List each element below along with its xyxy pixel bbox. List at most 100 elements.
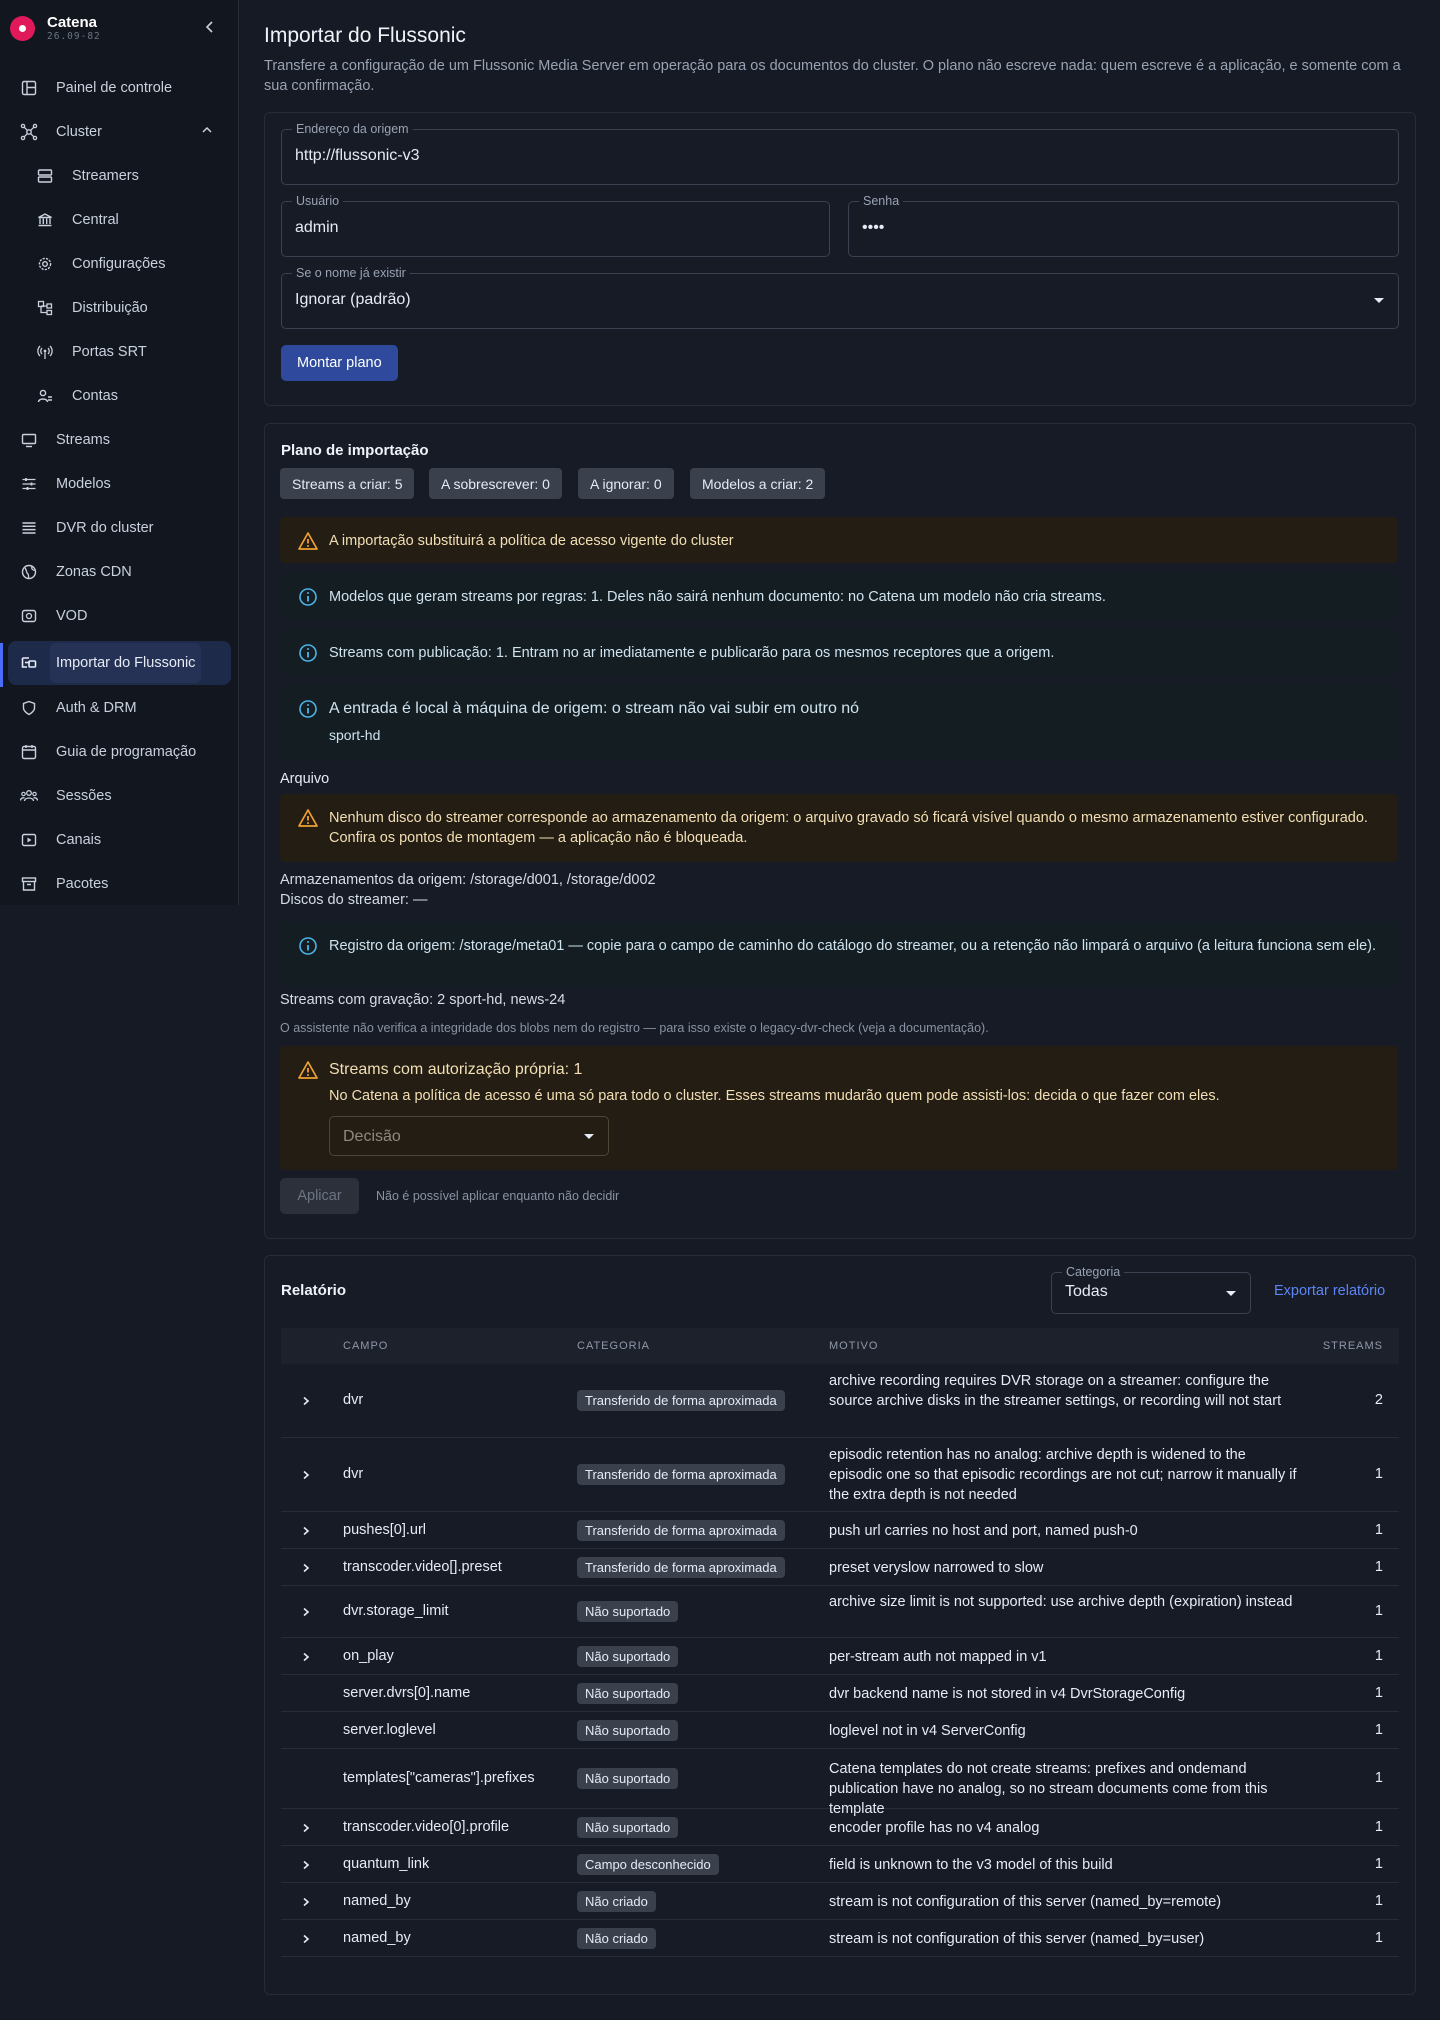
sidebar-item-label: Canais	[56, 832, 102, 848]
collapse-sidebar-button[interactable]	[202, 19, 218, 35]
archive-icon	[20, 875, 38, 893]
import-icon	[20, 654, 38, 672]
sidebar-item-label: Distribuição	[72, 300, 148, 316]
sidebar-item-channels[interactable]: Canais	[8, 818, 231, 862]
info-icon	[299, 937, 317, 955]
password-field[interactable]: Senha ••••	[848, 194, 1399, 257]
table-row[interactable]: transcoder.video[].preset Transferido de …	[281, 1549, 1399, 1586]
sidebar-item-distribution[interactable]: Distribuição	[8, 286, 231, 330]
chevron-right-icon[interactable]	[301, 1607, 311, 1617]
table-row[interactable]: named_by Não criado stream is not configur…	[281, 1920, 1399, 1957]
sidebar-item-cluster[interactable]: Cluster	[8, 110, 231, 154]
sidebar-item-cluster-dvr[interactable]: DVR do cluster	[8, 506, 231, 550]
sidebar-item-central[interactable]: Central	[8, 198, 231, 242]
row-category-badge: Campo desconhecido	[577, 1853, 719, 1875]
row-reason: field is unknown to the v3 model of this…	[829, 1856, 1113, 1873]
row-field: templates["cameras"].prefixes	[343, 1770, 535, 1786]
sidebar-item-settings[interactable]: Configurações	[8, 242, 231, 286]
row-streams-count: 1	[1374, 1892, 1383, 1909]
decision-select[interactable]: Decisão	[329, 1116, 609, 1156]
row-category-badge: Não suportado	[577, 1645, 679, 1667]
chevron-right-icon[interactable]	[301, 1563, 311, 1573]
row-field: quantum_link	[343, 1855, 430, 1872]
row-category-badge: Não criado	[577, 1927, 656, 1949]
sidebar-item-packages[interactable]: Pacotes	[8, 862, 231, 906]
sidebar-item-label: Cluster	[56, 124, 102, 140]
table-row[interactable]: dvr Transferido de forma aproximada archiv…	[281, 1364, 1399, 1438]
table-row[interactable]: dvr Transferido de forma aproximada episod…	[281, 1438, 1399, 1512]
sidebar-item-program-guide[interactable]: Guia de programação	[8, 730, 231, 774]
origin-address-value: http://flussonic-v3	[295, 147, 420, 164]
column-header-category: CATEGORIA	[577, 1340, 650, 1352]
row-reason: stream is not configuration of this serv…	[829, 1893, 1222, 1910]
alert-text: Streams com publicação: 1. Entram no ar …	[329, 645, 1055, 661]
chevron-right-icon[interactable]	[301, 1470, 311, 1480]
build-plan-button[interactable]: Montar plano	[281, 345, 398, 381]
chevron-right-icon[interactable]	[301, 1652, 311, 1662]
conflict-policy-label: Se o nome já existir	[292, 266, 410, 280]
table-row[interactable]: transcoder.video[0].profile Não suportado…	[281, 1809, 1399, 1846]
row-streams-count: 1	[1374, 1466, 1383, 1482]
chevron-right-icon[interactable]	[301, 1396, 311, 1406]
apply-button[interactable]: Aplicar	[280, 1178, 359, 1214]
row-category-badge: Transferido de forma aproximada	[577, 1390, 785, 1411]
chevron-right-icon[interactable]	[301, 1860, 311, 1870]
app-version: 26.09-82	[47, 30, 101, 42]
distribution-icon	[36, 299, 54, 317]
brand[interactable]: Catena 26.09-82	[10, 12, 101, 44]
report-card: Relatório Categoria Todas Exportar relat…	[264, 1255, 1416, 1995]
sidebar-item-label: Guia de programação	[56, 744, 197, 760]
row-reason: archive size limit is not supported: use…	[829, 1594, 1293, 1610]
chevron-right-icon[interactable]	[301, 1823, 311, 1833]
table-row[interactable]: pushes[0].url Transferido de forma aproxi…	[281, 1512, 1399, 1549]
alert-registry: Registro da origem: /storage/meta01 — co…	[280, 922, 1398, 986]
table-row[interactable]: named_by Não criado stream is not configur…	[281, 1883, 1399, 1920]
category-filter-label: Categoria	[1062, 1265, 1125, 1279]
sidebar-item-streams[interactable]: Streams	[8, 418, 231, 462]
sidebar-item-dashboard[interactable]: Painel de controle	[8, 66, 231, 110]
accounts-icon	[36, 387, 54, 405]
chevron-right-icon[interactable]	[301, 1934, 311, 1944]
table-row[interactable]: on_play Não suportado per-stream auth not …	[281, 1638, 1399, 1675]
export-report-link[interactable]: Exportar relatório	[1274, 1283, 1385, 1299]
chevron-up-icon	[201, 124, 213, 136]
sidebar-item-import-flussonic[interactable]: Importar do Flussonic	[8, 641, 231, 685]
sidebar-item-sessions[interactable]: Sessões	[8, 774, 231, 818]
alert-local-input: A entrada é local à máquina de origem: o…	[280, 685, 1398, 761]
origin-address-field[interactable]: Endereço da origem http://flussonic-v3	[281, 122, 1399, 185]
chip-models-to-create: Modelos a criar: 2	[690, 468, 826, 499]
sidebar-item-streamers[interactable]: Streamers	[8, 154, 231, 198]
row-reason: episodic retention has no analog: archiv…	[829, 1447, 1297, 1503]
table-row[interactable]: dvr.storage_limit Não suportado archive si…	[281, 1586, 1399, 1638]
conflict-policy-select[interactable]: Se o nome já existir Ignorar (padrão)	[281, 266, 1399, 329]
sidebar-item-srt-ports[interactable]: Portas SRT	[8, 330, 231, 374]
streamer-disks: Discos do streamer: —	[280, 892, 428, 908]
alert-title: Streams com autorização própria: 1	[329, 1061, 583, 1078]
category-filter-select[interactable]: Categoria Todas	[1051, 1265, 1251, 1314]
antenna-icon	[36, 343, 54, 361]
username-field[interactable]: Usuário admin	[281, 194, 830, 257]
sliders-icon	[20, 475, 38, 493]
apply-hint: Não é possível aplicar enquanto não deci…	[376, 1189, 620, 1203]
sidebar-item-accounts[interactable]: Contas	[8, 374, 231, 418]
row-category-badge: Transferido de forma aproximada	[577, 1556, 785, 1578]
row-streams-count: 1	[1374, 1855, 1383, 1872]
row-field: named_by	[343, 1929, 411, 1946]
alert-models: Modelos que geram streams por regras: 1.…	[280, 573, 1398, 619]
chevron-right-icon[interactable]	[301, 1897, 311, 1907]
sidebar-item-models[interactable]: Modelos	[8, 462, 231, 506]
plan-title: Plano de importação	[281, 442, 429, 459]
sidebar-item-vod[interactable]: VOD	[8, 594, 231, 638]
sidebar-item-cdn-zones[interactable]: Zonas CDN	[8, 550, 231, 594]
username-label: Usuário	[292, 194, 344, 208]
sidebar-item-auth-drm[interactable]: Auth & DRM	[8, 686, 231, 730]
sidebar-item-label: Portas SRT	[72, 344, 147, 360]
chevron-right-icon[interactable]	[301, 1526, 311, 1536]
globe-icon	[20, 563, 38, 581]
row-streams-count: 1	[1374, 1721, 1383, 1738]
table-row[interactable]: quantum_link Campo desconhecido field is u…	[281, 1846, 1399, 1883]
sidebar-item-label: DVR do cluster	[56, 520, 154, 536]
sidebar-item-label: Pacotes	[56, 876, 109, 892]
row-category-badge: Não suportado	[577, 1682, 679, 1704]
row-field: pushes[0].url	[343, 1521, 427, 1538]
